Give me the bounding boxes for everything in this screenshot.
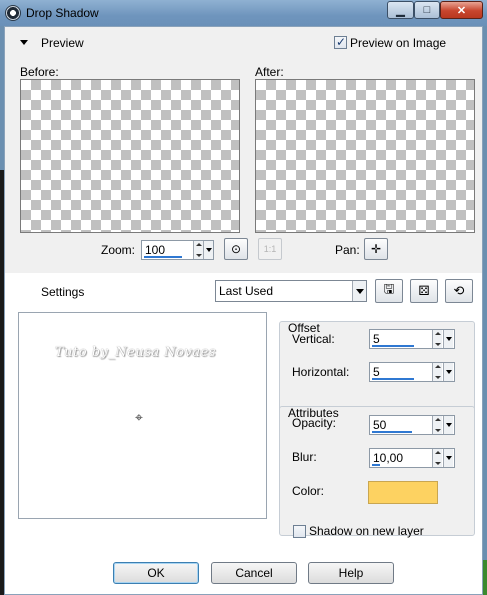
horizontal-slider-bar[interactable]: [372, 378, 414, 380]
title-bar[interactable]: Drop Shadow ▁ □ ✕: [0, 0, 487, 26]
preview-on-image-checkbox[interactable]: [334, 35, 347, 49]
settings-label: Settings: [41, 285, 85, 299]
zoom-one-to-one-button[interactable]: 1:1: [258, 238, 282, 260]
vertical-value: 5: [373, 332, 380, 346]
opacity-spinner[interactable]: [432, 416, 442, 434]
blur-dropdown-button[interactable]: [443, 449, 453, 467]
chevron-down-icon[interactable]: [352, 281, 366, 301]
opacity-slider-bar[interactable]: [372, 431, 412, 433]
close-button[interactable]: ✕: [440, 1, 483, 19]
shadow-color-swatch[interactable]: [368, 481, 438, 504]
horizontal-spinner[interactable]: [432, 363, 442, 381]
blur-spinner[interactable]: [432, 449, 442, 467]
drop-shadow-dialog: Preview Preview on Image Before: After: …: [4, 26, 483, 595]
preset-combobox[interactable]: Last Used: [215, 280, 367, 302]
preset-value: Last Used: [219, 284, 274, 298]
collapse-preview-icon[interactable]: [20, 40, 28, 45]
before-preview-canvas[interactable]: [20, 79, 240, 233]
dice-icon: ⚄: [418, 283, 430, 298]
horizontal-dropdown-button[interactable]: [443, 363, 453, 381]
blur-field[interactable]: 10,00: [369, 448, 455, 468]
minimize-icon: ▁: [396, 4, 405, 17]
watermark-text: Tuto by_Neusa Novaes: [55, 345, 217, 360]
preview-on-image-label[interactable]: Preview on Image: [350, 36, 446, 50]
vertical-dropdown-button[interactable]: [443, 330, 453, 348]
save-icon: 🖫: [383, 281, 395, 296]
opacity-value: 50: [373, 418, 387, 432]
zoom-label: Zoom:: [101, 243, 136, 257]
work-canvas[interactable]: Tuto by_Neusa Novaes ⌖: [18, 312, 267, 519]
zoom-dropdown-button[interactable]: [203, 241, 213, 259]
zoom-spinner[interactable]: [193, 241, 203, 259]
horizontal-label: Horizontal:: [292, 365, 350, 379]
cancel-button[interactable]: Cancel: [211, 562, 297, 584]
reset-button[interactable]: ⟲: [445, 279, 473, 303]
pan-label: Pan:: [335, 243, 360, 257]
vertical-field[interactable]: 5: [369, 329, 455, 349]
vertical-spinner[interactable]: [432, 330, 442, 348]
opacity-field[interactable]: 50: [369, 415, 455, 435]
maximize-button[interactable]: □: [414, 1, 440, 19]
save-preset-button[interactable]: 🖫: [375, 279, 403, 303]
zoom-fit-icon: ⊙: [230, 242, 242, 256]
after-preview-canvas[interactable]: [255, 79, 475, 233]
horizontal-field[interactable]: 5: [369, 362, 455, 382]
zoom-fit-button[interactable]: ⊙: [224, 238, 248, 260]
ok-label: OK: [147, 566, 165, 580]
zoom-field[interactable]: 100: [141, 240, 214, 260]
help-button[interactable]: Help: [308, 562, 394, 584]
blur-label: Blur:: [292, 450, 317, 464]
window-title: Drop Shadow: [26, 6, 99, 20]
ok-button[interactable]: OK: [113, 562, 199, 584]
opacity-dropdown-button[interactable]: [443, 416, 453, 434]
vertical-slider-bar[interactable]: [372, 345, 414, 347]
one-to-one-icon: 1:1: [263, 244, 277, 254]
randomize-button[interactable]: ⚄: [410, 279, 438, 303]
pan-icon: ✛: [370, 242, 382, 256]
maximize-icon: □: [423, 4, 431, 16]
zoom-value: 100: [145, 243, 166, 257]
shadow-on-new-layer-checkbox[interactable]: [293, 525, 306, 538]
blur-value: 10,00: [373, 451, 404, 465]
help-label: Help: [338, 566, 364, 580]
reset-icon: ⟲: [453, 283, 465, 298]
before-label: Before:: [20, 65, 59, 79]
background-edge-green: [483, 560, 487, 595]
pan-button[interactable]: ✛: [364, 238, 388, 260]
zoom-slider-bar[interactable]: [144, 256, 182, 258]
cancel-label: Cancel: [235, 566, 273, 580]
shadow-on-new-layer-label[interactable]: Shadow on new layer: [309, 524, 424, 538]
minimize-button[interactable]: ▁: [387, 1, 414, 19]
crosshair-icon: ⌖: [135, 409, 143, 425]
horizontal-value: 5: [373, 365, 380, 379]
color-label: Color:: [292, 484, 325, 498]
preview-panel: Preview Preview on Image Before: After: …: [5, 27, 482, 273]
preview-section-label[interactable]: Preview: [41, 36, 84, 50]
close-icon: ✕: [456, 4, 467, 17]
app-icon: [5, 5, 21, 21]
vertical-label: Vertical:: [292, 332, 335, 346]
blur-slider-bar[interactable]: [372, 464, 380, 466]
opacity-label: Opacity:: [292, 416, 337, 430]
after-label: After:: [255, 65, 284, 79]
